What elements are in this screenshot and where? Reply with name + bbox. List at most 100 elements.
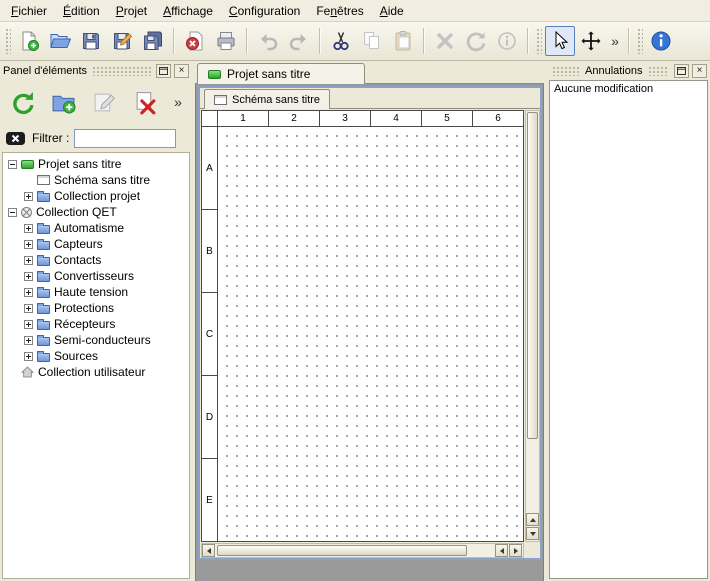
- clear-filter-button[interactable]: [5, 130, 27, 147]
- arrow-left-icon: [207, 548, 211, 554]
- toolbar-drag-handle[interactable]: [536, 28, 542, 54]
- dock-drag-handle[interactable]: [648, 66, 670, 76]
- tree-item-label: Projet sans titre: [38, 157, 121, 171]
- undo-history-list[interactable]: Aucune modification: [549, 80, 708, 579]
- print-button[interactable]: [211, 26, 241, 56]
- main-area: Panel d'éléments ×: [0, 62, 710, 581]
- about-qet-button[interactable]: [646, 26, 676, 56]
- tree-item-label: Capteurs: [54, 237, 103, 251]
- menu-affichage[interactable]: Affichage: [155, 0, 221, 21]
- undo-button[interactable]: [253, 26, 283, 56]
- dock-drag-handle[interactable]: [92, 66, 151, 76]
- scroll-down-button[interactable]: [526, 527, 539, 540]
- filter-input[interactable]: [74, 129, 176, 148]
- menu-fichier[interactable]: Fichier: [3, 0, 55, 21]
- dock-float-button[interactable]: [674, 64, 689, 78]
- move-icon: [580, 30, 602, 52]
- scroll-left-button[interactable]: [495, 544, 508, 557]
- vertical-scrollbar-thumb[interactable]: [527, 112, 538, 439]
- collapse-expander-icon[interactable]: [8, 160, 17, 169]
- expand-expander-icon[interactable]: [24, 352, 33, 361]
- arrow-right-icon: [514, 548, 518, 554]
- copy-icon: [361, 30, 383, 52]
- tree-item-contacts[interactable]: Contacts: [3, 252, 189, 268]
- expand-expander-icon[interactable]: [24, 240, 33, 249]
- cut-button[interactable]: [326, 26, 356, 56]
- row-header: B: [202, 210, 217, 293]
- delete-element-button[interactable]: [129, 86, 161, 118]
- scroll-up-button[interactable]: [526, 513, 539, 526]
- horizontal-scrollbar-track[interactable]: [468, 544, 495, 557]
- paste-button[interactable]: [388, 26, 418, 56]
- qet-collection-icon: [21, 207, 32, 218]
- scrollbar-corner: [525, 543, 540, 558]
- dock-float-button[interactable]: [156, 64, 171, 78]
- toolbar-drag-handle[interactable]: [5, 28, 11, 54]
- close-file-button[interactable]: [180, 26, 210, 56]
- folder-icon: [37, 273, 50, 282]
- expand-expander-icon[interactable]: [24, 256, 33, 265]
- toolbar-separator: [423, 28, 425, 54]
- folder-icon: [37, 289, 50, 298]
- vertical-scrollbar-track[interactable]: [526, 440, 539, 513]
- scroll-right-button[interactable]: [509, 544, 522, 557]
- open-file-button[interactable]: [45, 26, 75, 56]
- tree-item-schema-sans-titre[interactable]: Schéma sans titre: [3, 172, 189, 188]
- menu-aide[interactable]: Aide: [372, 0, 412, 21]
- row-header: A: [202, 127, 217, 210]
- edit-element-button[interactable]: [88, 86, 120, 118]
- folder-icon: [37, 225, 50, 234]
- tree-item-collection-utilisateur[interactable]: Collection utilisateur: [3, 364, 189, 380]
- horizontal-scrollbar-thumb[interactable]: [217, 545, 467, 556]
- reload-collections-button[interactable]: [6, 86, 38, 118]
- panel-overflow-button[interactable]: »: [170, 89, 186, 115]
- tree-item-collection-qet[interactable]: Collection QET: [3, 204, 189, 220]
- expand-expander-icon[interactable]: [24, 336, 33, 345]
- expand-expander-icon[interactable]: [24, 272, 33, 281]
- tree-item-semi-conducteurs[interactable]: Semi-conducteurs: [3, 332, 189, 348]
- expand-expander-icon[interactable]: [24, 192, 33, 201]
- tree-item-haute-tension[interactable]: Haute tension: [3, 284, 189, 300]
- save-as-button[interactable]: [107, 26, 137, 56]
- tree-item-projet-sans-titre[interactable]: Projet sans titre: [3, 156, 189, 172]
- expand-expander-icon[interactable]: [24, 224, 33, 233]
- toolbar-overflow-button[interactable]: »: [607, 28, 623, 54]
- menu-edition[interactable]: Édition: [55, 0, 108, 21]
- save-all-icon: [142, 30, 164, 52]
- expand-expander-icon[interactable]: [24, 288, 33, 297]
- dock-close-button[interactable]: ×: [174, 64, 189, 78]
- collapse-expander-icon[interactable]: [8, 208, 17, 217]
- dock-close-button[interactable]: ×: [692, 64, 707, 78]
- scroll-left-button[interactable]: [202, 544, 215, 557]
- expand-expander-icon[interactable]: [24, 320, 33, 329]
- selection-mode-button[interactable]: [545, 26, 575, 56]
- new-element-button[interactable]: [47, 86, 79, 118]
- tab-schema-sans-titre[interactable]: Schéma sans titre: [204, 89, 330, 109]
- delete-button[interactable]: [430, 26, 460, 56]
- tree-item-protections[interactable]: Protections: [3, 300, 189, 316]
- element-info-icon: [496, 30, 518, 52]
- dock-drag-handle[interactable]: [552, 66, 580, 76]
- tree-item-capteurs[interactable]: Capteurs: [3, 236, 189, 252]
- element-info-button[interactable]: [492, 26, 522, 56]
- tree-item-label: Schéma sans titre: [54, 173, 150, 187]
- save-button[interactable]: [76, 26, 106, 56]
- redo-button[interactable]: [284, 26, 314, 56]
- tree-item-sources[interactable]: Sources: [3, 348, 189, 364]
- pan-mode-button[interactable]: [576, 26, 606, 56]
- tree-item-recepteurs[interactable]: Récepteurs: [3, 316, 189, 332]
- new-file-button[interactable]: [14, 26, 44, 56]
- schema-canvas[interactable]: [218, 127, 523, 541]
- tree-item-automatisme[interactable]: Automatisme: [3, 220, 189, 236]
- menu-configuration[interactable]: Configuration: [221, 0, 308, 21]
- menu-projet[interactable]: Projet: [108, 0, 155, 21]
- rotate-button[interactable]: [461, 26, 491, 56]
- tab-projet-sans-titre[interactable]: Projet sans titre: [197, 63, 365, 84]
- tree-item-convertisseurs[interactable]: Convertisseurs: [3, 268, 189, 284]
- toolbar-drag-handle[interactable]: [637, 28, 643, 54]
- menu-fenetres[interactable]: Fenêtres: [308, 0, 371, 21]
- tree-item-collection-projet[interactable]: Collection projet: [3, 188, 189, 204]
- copy-button[interactable]: [357, 26, 387, 56]
- save-all-button[interactable]: [138, 26, 168, 56]
- expand-expander-icon[interactable]: [24, 304, 33, 313]
